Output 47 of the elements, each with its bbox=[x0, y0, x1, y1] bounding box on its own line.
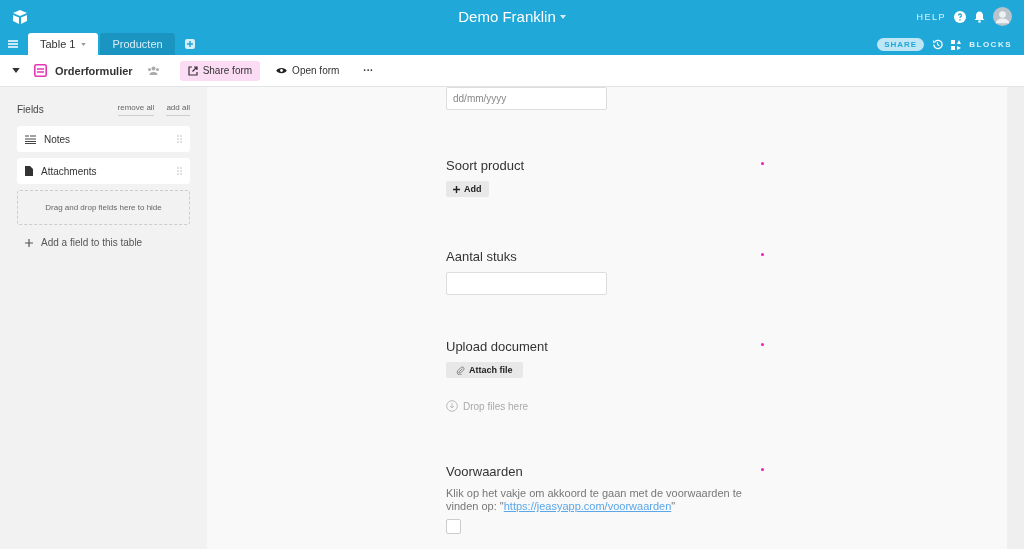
people-icon bbox=[146, 66, 160, 75]
fields-heading: Fields bbox=[17, 104, 44, 115]
input-field[interactable] bbox=[446, 272, 607, 295]
hidden-field-item[interactable]: Attachments bbox=[17, 158, 190, 184]
document-icon bbox=[25, 166, 33, 176]
drag-handle-icon bbox=[177, 167, 182, 175]
remove-all-link[interactable]: remove all bbox=[117, 103, 155, 116]
table-tab[interactable]: Table 1 bbox=[28, 33, 99, 55]
share-form-button[interactable]: Share form bbox=[179, 60, 261, 81]
logo-icon[interactable] bbox=[12, 9, 28, 24]
plus-icon bbox=[453, 185, 460, 193]
field-description: Klik op het vakje om akkoord te gaan met de voorwaarden te vinden op: "https://jeasyapp.com/voorwaarden" bbox=[446, 487, 743, 513]
bell-icon[interactable] bbox=[974, 10, 985, 23]
caret-icon[interactable] bbox=[12, 68, 20, 73]
checkbox[interactable] bbox=[446, 519, 461, 534]
paperclip-icon bbox=[456, 365, 465, 375]
add-field-button[interactable]: Add a field to this table bbox=[17, 231, 190, 254]
blocks-icon[interactable] bbox=[951, 39, 962, 50]
form-view-icon bbox=[34, 64, 47, 77]
text-lines-icon bbox=[25, 134, 36, 144]
field-label: Soort product bbox=[446, 158, 525, 173]
add-table-icon[interactable] bbox=[184, 39, 195, 49]
field-label: Voorwaarden bbox=[446, 464, 523, 479]
drop-hint: Drop files here bbox=[463, 400, 529, 412]
download-icon bbox=[446, 400, 458, 412]
plus-icon bbox=[25, 238, 33, 247]
drop-zone: Drag and drop fields here to hide bbox=[17, 190, 190, 225]
open-form-button[interactable]: Open form bbox=[268, 60, 348, 81]
field-label: Aantal stuks bbox=[446, 249, 517, 264]
add-button[interactable]: Add bbox=[446, 181, 489, 197]
field-label: Upload document bbox=[446, 339, 548, 354]
base-title: Demo Franklin bbox=[458, 8, 556, 25]
hidden-field-item[interactable]: Notes bbox=[17, 126, 190, 152]
view-name[interactable]: Orderformulier bbox=[55, 64, 133, 77]
avatar[interactable] bbox=[993, 7, 1012, 26]
help-icon[interactable] bbox=[954, 10, 966, 23]
share-icon bbox=[187, 65, 198, 76]
drag-handle-icon bbox=[177, 135, 182, 143]
menu-icon[interactable] bbox=[8, 40, 18, 48]
caret-icon bbox=[81, 42, 87, 46]
history-icon[interactable] bbox=[932, 39, 944, 50]
attach-file-button[interactable]: Attach file bbox=[446, 362, 523, 378]
eye-icon bbox=[276, 67, 288, 74]
date-field[interactable]: dd/mm/yyyy bbox=[446, 87, 607, 110]
add-all-link[interactable]: add all bbox=[166, 103, 190, 116]
more-button[interactable]: ··· bbox=[355, 60, 382, 81]
caret-icon bbox=[559, 14, 566, 19]
